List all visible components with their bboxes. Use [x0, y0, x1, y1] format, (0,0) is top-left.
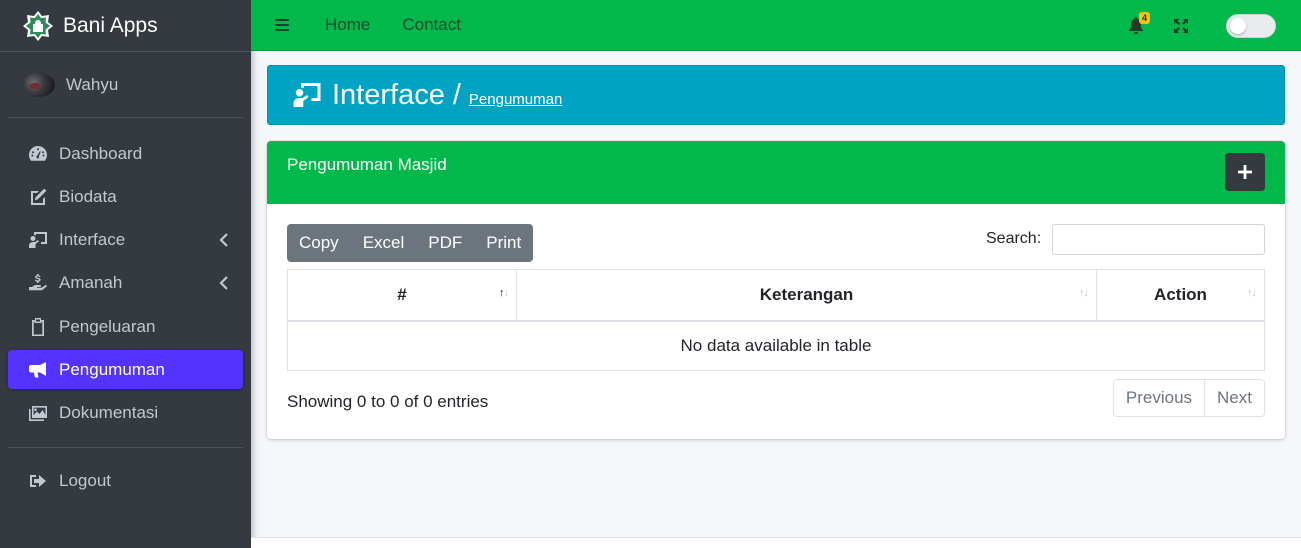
- images-icon: [28, 403, 48, 423]
- sidebar: Bani Apps Wahyu Dashboard Biodata Interf…: [0, 0, 251, 548]
- nav-link-home[interactable]: Home: [325, 15, 370, 35]
- fullscreen-expand-icon[interactable]: [1173, 18, 1189, 34]
- print-button[interactable]: Print: [474, 224, 533, 262]
- user-panel[interactable]: Wahyu: [8, 52, 243, 118]
- pagination: Previous Next: [1112, 379, 1265, 417]
- plus-icon: [1238, 165, 1252, 179]
- add-announcement-button[interactable]: [1225, 153, 1265, 191]
- column-header-label: Keterangan: [759, 284, 854, 304]
- notification-badge: 4: [1139, 11, 1151, 24]
- empty-table-message: No data available in table: [287, 320, 1265, 371]
- card-header: Pengumuman Masjid: [267, 141, 1285, 204]
- edit-icon: [28, 187, 48, 207]
- chevron-left-icon: [219, 275, 229, 291]
- sidebar-item-logout[interactable]: Logout: [8, 462, 243, 501]
- breadcrumb-link[interactable]: Pengumuman: [469, 91, 562, 108]
- navbar-right: 4: [1128, 0, 1301, 51]
- hand-holding-usd-icon: [28, 273, 48, 293]
- announcement-table: # ↑↓ Keterangan ↑↓ Action ↑↓ No data ava…: [287, 269, 1265, 371]
- logout-label: Logout: [59, 471, 111, 491]
- sort-icon: ↑↓: [1247, 287, 1257, 299]
- search-input[interactable]: [1052, 224, 1265, 255]
- top-navbar: Home Contact 4: [251, 0, 1301, 51]
- export-button-group: Copy Excel PDF Print: [287, 224, 534, 262]
- dark-mode-toggle[interactable]: [1226, 13, 1276, 38]
- chalkboard-teacher-icon: [289, 80, 325, 110]
- pdf-button[interactable]: PDF: [416, 224, 474, 262]
- sidebar-item-pengumuman[interactable]: Pengumuman: [8, 350, 243, 390]
- chevron-left-icon: [219, 232, 229, 248]
- sort-icon: ↑↓: [1079, 287, 1089, 299]
- sidebar-item-label: Amanah: [59, 273, 123, 293]
- announcement-card: Pengumuman Masjid Copy Excel PDF Print S…: [267, 141, 1285, 439]
- chalkboard-teacher-icon: [28, 230, 48, 250]
- clipboard-icon: [28, 317, 48, 337]
- brand-name: Bani Apps: [63, 13, 158, 37]
- copy-button[interactable]: Copy: [287, 224, 351, 262]
- sidebar-nav: Dashboard Biodata Interface Amanah Penge…: [0, 118, 251, 433]
- sidebar-item-biodata[interactable]: Biodata: [8, 177, 243, 216]
- page-title: Interface: [332, 78, 445, 111]
- column-header-action[interactable]: Action ↑↓: [1096, 269, 1265, 322]
- sidebar-item-pengeluaran[interactable]: Pengeluaran: [8, 307, 243, 346]
- user-name[interactable]: Wahyu: [66, 75, 118, 95]
- sidebar-item-interface[interactable]: Interface: [8, 221, 243, 260]
- sign-out-icon: [28, 471, 48, 491]
- sidebar-item-label: Pengumuman: [59, 359, 165, 379]
- hamburger-menu-icon[interactable]: [275, 16, 289, 34]
- sidebar-item-amanah[interactable]: Amanah: [8, 264, 243, 303]
- sidebar-item-dokumentasi[interactable]: Dokumentasi: [8, 394, 243, 433]
- sidebar-item-label: Interface: [59, 230, 126, 250]
- column-header-number[interactable]: # ↑↓: [287, 269, 517, 322]
- excel-button[interactable]: Excel: [351, 224, 417, 262]
- breadcrumb-separator: /: [452, 78, 461, 111]
- notification-bell-icon[interactable]: 4: [1128, 11, 1151, 35]
- column-header-label: #: [397, 284, 407, 304]
- sidebar-item-dashboard[interactable]: Dashboard: [8, 134, 243, 173]
- previous-page-button[interactable]: Previous: [1113, 380, 1205, 416]
- sidebar-nav-bottom: Logout: [0, 462, 251, 501]
- column-header-label: Action: [1154, 284, 1207, 304]
- table-info: Showing 0 to 0 of 0 entries: [287, 392, 489, 411]
- footer: [251, 537, 1301, 548]
- sort-ascending-icon: ↑↓: [499, 287, 509, 299]
- nav-link-contact[interactable]: Contact: [402, 15, 461, 35]
- brand[interactable]: Bani Apps: [0, 0, 251, 52]
- toggle-knob: [1230, 17, 1246, 34]
- table-row: No data available in table: [287, 320, 1265, 371]
- mosque-logo-icon: [22, 10, 54, 42]
- bullhorn-icon: [28, 360, 48, 380]
- tachometer-icon: [28, 144, 48, 164]
- search-label: Search:: [986, 230, 1042, 247]
- card-title: Pengumuman Masjid: [287, 155, 447, 174]
- avatar: [22, 72, 55, 97]
- sidebar-divider: [8, 446, 243, 448]
- sidebar-item-label: Biodata: [59, 186, 117, 206]
- next-page-button[interactable]: Next: [1204, 380, 1264, 416]
- sidebar-item-label: Dashboard: [59, 143, 143, 163]
- content-header: Interface / Pengumuman: [267, 65, 1285, 125]
- sidebar-item-label: Dokumentasi: [59, 403, 159, 423]
- column-header-keterangan[interactable]: Keterangan ↑↓: [516, 269, 1097, 322]
- sidebar-item-label: Pengeluaran: [59, 316, 156, 336]
